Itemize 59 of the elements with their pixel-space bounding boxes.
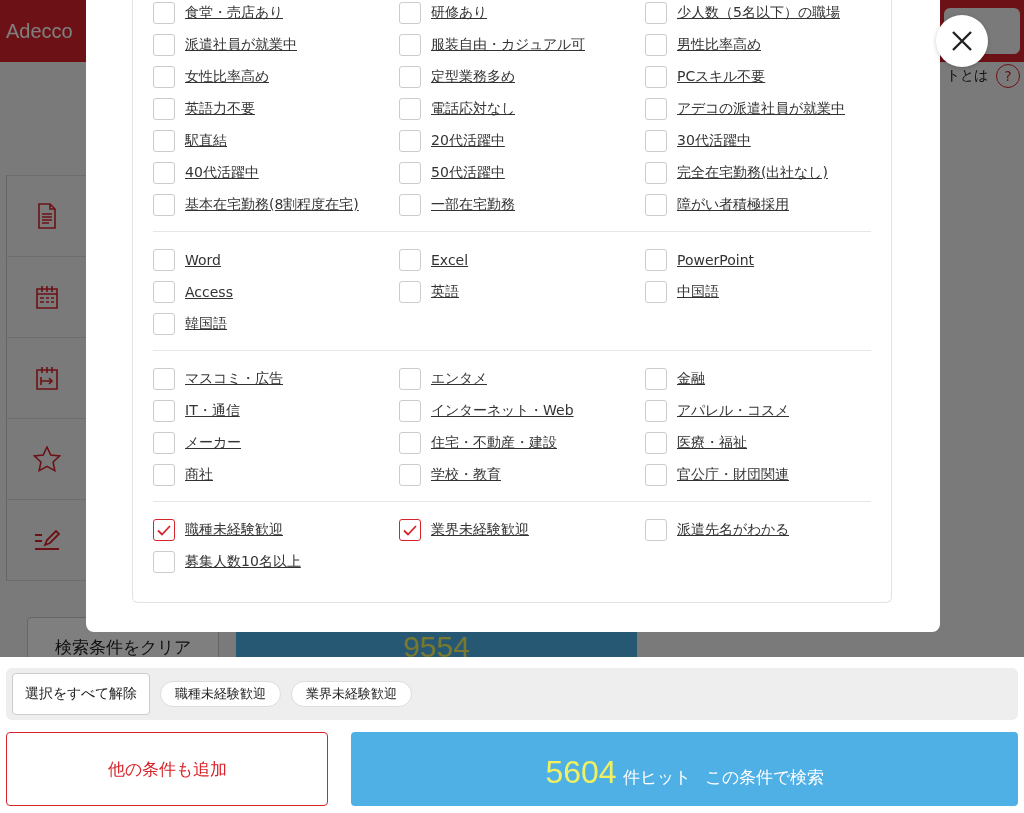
option-label[interactable]: 英語 xyxy=(431,283,459,301)
option-label[interactable]: 金融 xyxy=(677,370,705,388)
option-label[interactable]: 職種未経験歓迎 xyxy=(185,521,283,539)
option-label[interactable]: アデコの派遣社員が就業中 xyxy=(677,100,845,118)
option-label[interactable]: 30代活躍中 xyxy=(677,132,751,150)
option-label[interactable]: Word xyxy=(185,252,221,268)
option-label[interactable]: 商社 xyxy=(185,466,213,484)
checkbox[interactable] xyxy=(399,519,421,541)
edit-list-icon[interactable] xyxy=(34,529,60,551)
option-label[interactable]: 住宅・不動産・建設 xyxy=(431,434,557,452)
option-label[interactable]: 研修あり xyxy=(431,4,487,22)
option-label[interactable]: 完全在宅勤務(出社なし) xyxy=(677,164,828,182)
help-link[interactable]: トとは xyxy=(946,67,988,85)
option-label[interactable]: 定型業務多め xyxy=(431,68,515,86)
clear-all-button[interactable]: 選択をすべて解除 xyxy=(12,673,150,715)
option-label[interactable]: 中国語 xyxy=(677,283,719,301)
selected-chip[interactable]: 職種未経験歓迎 xyxy=(160,681,281,707)
calendar-icon[interactable] xyxy=(35,285,59,309)
option-label[interactable]: PCスキル不要 xyxy=(677,68,766,86)
option-label[interactable]: 学校・教育 xyxy=(431,466,501,484)
option-label[interactable]: Access xyxy=(185,284,233,300)
option-label[interactable]: 英語力不要 xyxy=(185,100,255,118)
option-label[interactable]: 医療・福祉 xyxy=(677,434,747,452)
option-label[interactable]: マスコミ・広告 xyxy=(185,370,283,388)
calendar-arrow-icon[interactable] xyxy=(35,366,59,390)
document-icon[interactable] xyxy=(37,203,57,229)
option-label[interactable]: 韓国語 xyxy=(185,315,227,333)
option-label[interactable]: 20代活躍中 xyxy=(431,132,505,150)
star-icon[interactable] xyxy=(33,446,61,472)
option-label[interactable]: インターネット・Web xyxy=(431,402,574,420)
option-label[interactable]: 業界未経験歓迎 xyxy=(431,521,529,539)
option-label[interactable]: 官公庁・財団関連 xyxy=(677,466,789,484)
checkmark-icon xyxy=(403,524,417,536)
option-label[interactable]: エンタメ xyxy=(431,370,487,388)
option-label[interactable]: IT・通信 xyxy=(185,402,240,420)
option-label[interactable]: 男性比率高め xyxy=(677,36,761,54)
selected-chip[interactable]: 業界未経験歓迎 xyxy=(291,681,412,707)
option-label[interactable]: 食堂・売店あり xyxy=(185,4,283,22)
option-label[interactable]: 50代活躍中 xyxy=(431,164,505,182)
option-label[interactable]: PowerPoint xyxy=(677,252,755,268)
checkbox[interactable] xyxy=(153,519,175,541)
add-conditions-button[interactable]: 他の条件も追加 xyxy=(6,732,328,806)
option-label[interactable]: 駅直結 xyxy=(185,132,227,150)
option-label[interactable]: 派遣社員が就業中 xyxy=(185,36,297,54)
option-label[interactable]: 募集人数10名以上 xyxy=(185,553,301,571)
option-label[interactable]: 障がい者積極採用 xyxy=(677,196,789,214)
option-label[interactable]: 一部在宅勤務 xyxy=(431,196,515,214)
close-icon xyxy=(951,30,973,52)
option-label[interactable]: 40代活躍中 xyxy=(185,164,259,182)
option-label[interactable]: 服装自由・カジュアル可 xyxy=(431,36,585,54)
option-label[interactable]: 基本在宅勤務(8割程度在宅) xyxy=(185,196,359,214)
option-label[interactable]: 女性比率高め xyxy=(185,68,269,86)
option-label[interactable]: アパレル・コスメ xyxy=(677,402,789,420)
option-label[interactable]: 少人数（5名以下）の職場 xyxy=(677,4,840,22)
option-label[interactable]: 電話応対なし xyxy=(431,100,515,118)
checkmark-icon xyxy=(157,524,171,536)
option-label[interactable]: メーカー xyxy=(185,434,241,452)
option-label[interactable]: Excel xyxy=(431,252,469,268)
option-label[interactable]: 派遣先名がわかる xyxy=(677,521,789,539)
